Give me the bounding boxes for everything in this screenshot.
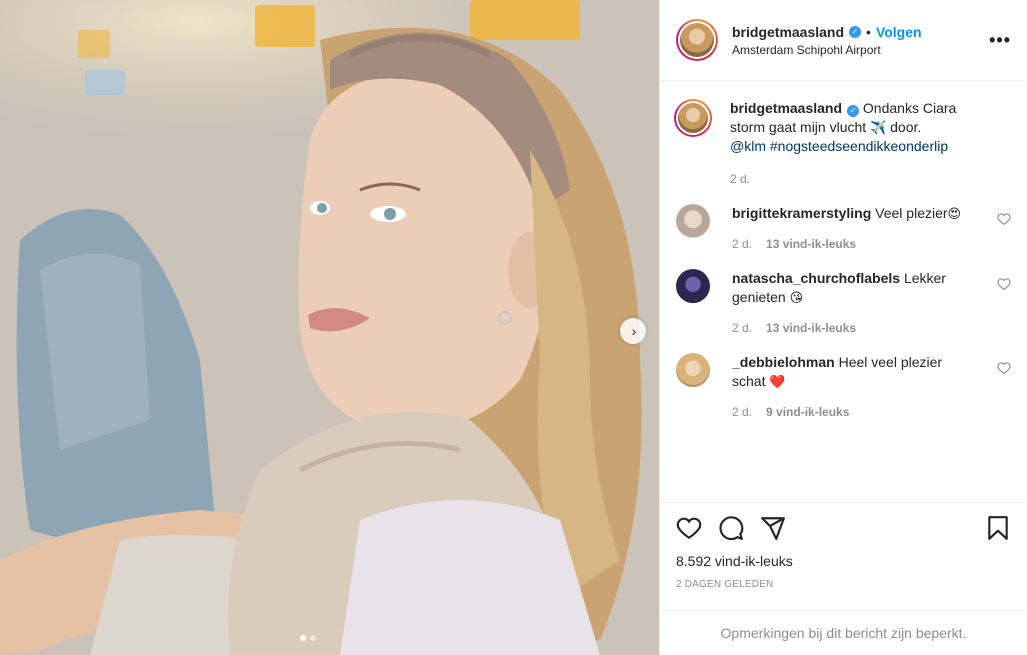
caption: bridgetmaasland ✓ Ondanks Ciara storm gaa…	[674, 99, 1011, 186]
carousel-dots	[300, 635, 316, 641]
bookmark-icon[interactable]	[985, 515, 1011, 541]
comment-likes[interactable]: 9 vind-ik-leuks	[766, 405, 849, 419]
comments-list: bridgetmaasland ✓ Ondanks Ciara storm gaa…	[660, 81, 1027, 502]
carousel-dot	[300, 635, 306, 641]
post-location[interactable]: Amsterdam Schipohl Airport	[732, 43, 989, 57]
comment-icon[interactable]	[718, 515, 744, 541]
comment-like-heart-icon[interactable]	[997, 361, 1011, 375]
comment-time[interactable]: 2 d.	[732, 321, 752, 335]
post-photo[interactable]: ›	[0, 0, 659, 655]
commenter-avatar[interactable]	[676, 269, 710, 303]
comment-likes[interactable]: 13 vind-ik-leuks	[766, 321, 856, 335]
verified-badge-icon: ✓	[849, 25, 862, 38]
post-actions: 8.592 vind-ik-leuks 2 DAGEN GELEDEN Opme…	[660, 502, 1027, 655]
follow-button[interactable]: Volgen	[876, 24, 922, 40]
comment-like-heart-icon[interactable]	[997, 277, 1011, 291]
comment-item: brigittekramerstyling Veel plezier😍 2 d.…	[676, 204, 1011, 251]
author-username[interactable]: bridgetmaasland	[732, 24, 844, 40]
verified-badge-icon: ✓	[847, 104, 860, 117]
like-count[interactable]: 8.592 vind-ik-leuks	[676, 553, 1011, 569]
carousel-dot	[310, 635, 316, 641]
post-side-panel: bridgetmaasland ✓ • Volgen Amsterdam Sch…	[659, 0, 1027, 655]
airplane-emoji: ✈️	[870, 120, 887, 135]
heart-eyes-emoji: 😍	[947, 206, 962, 221]
comment-username[interactable]: _debbielohman	[732, 354, 835, 370]
caption-avatar[interactable]	[674, 99, 712, 137]
separator-bullet: •	[866, 23, 871, 40]
instagram-post: › bridgetmaasland ✓ • Volgen Amsterdam S…	[0, 0, 1027, 655]
red-heart-emoji: ❤️	[769, 374, 786, 389]
commenter-avatar[interactable]	[676, 204, 710, 238]
chevron-right-icon: ›	[631, 323, 637, 339]
caption-username[interactable]: bridgetmaasland	[730, 100, 842, 116]
comment-like-heart-icon[interactable]	[997, 212, 1011, 226]
comment-time[interactable]: 2 d.	[732, 405, 752, 419]
mention-link[interactable]: @klm	[730, 138, 766, 154]
comment-likes[interactable]: 13 vind-ik-leuks	[766, 237, 856, 251]
caption-text-end: door.	[886, 119, 922, 135]
comment-item: _debbielohman Heel veel plezier schat ❤️…	[676, 353, 1011, 419]
author-avatar[interactable]	[676, 19, 718, 61]
post-date[interactable]: 2 DAGEN GELEDEN	[676, 579, 1011, 590]
post-header: bridgetmaasland ✓ • Volgen Amsterdam Sch…	[660, 0, 1027, 81]
avatar-image	[678, 103, 708, 133]
comment-time[interactable]: 2 d.	[732, 237, 752, 251]
comment-item: natascha_churchoflabels Lekker genieten …	[676, 269, 1011, 335]
carousel-next-button[interactable]: ›	[620, 318, 646, 344]
comment-username[interactable]: natascha_churchoflabels	[732, 270, 900, 286]
comments-restricted-notice: Opmerkingen bij dit bericht zijn beperkt…	[660, 610, 1027, 655]
more-options-icon[interactable]: •••	[989, 30, 1011, 51]
avatar-image	[680, 23, 714, 57]
photo-illustration	[0, 0, 659, 655]
comment-text: Veel plezier	[871, 205, 948, 221]
heart-icon[interactable]	[676, 515, 702, 541]
hashtag-link[interactable]: #nogsteedseendikkeonderlip	[770, 138, 948, 154]
comment-username[interactable]: brigittekramerstyling	[732, 205, 871, 221]
share-icon[interactable]	[760, 515, 786, 541]
kiss-emoji: 😘	[789, 290, 804, 305]
caption-time[interactable]: 2 d.	[730, 172, 750, 186]
commenter-avatar[interactable]	[676, 353, 710, 387]
